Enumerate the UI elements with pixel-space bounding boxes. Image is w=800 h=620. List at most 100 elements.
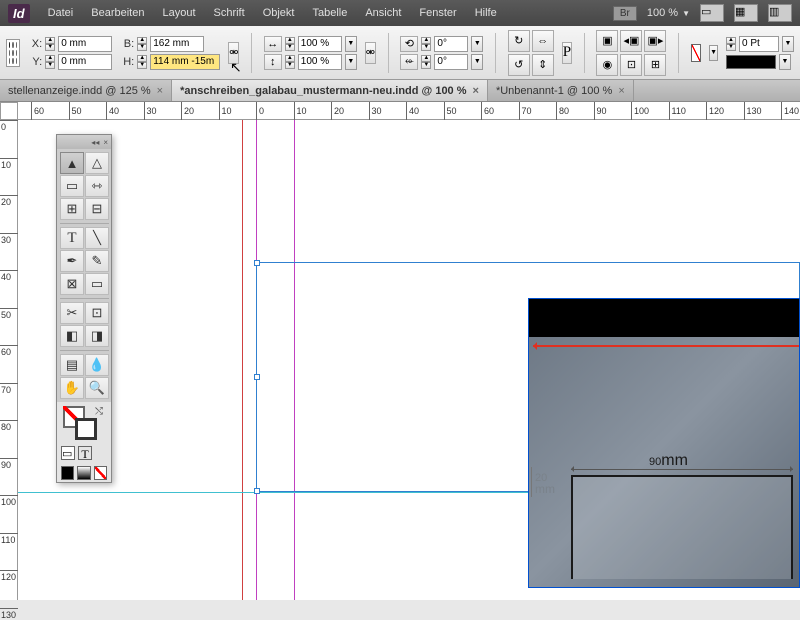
- tab-unbenannt[interactable]: *Unbenannt-1 @ 100 %×: [488, 80, 634, 101]
- close-icon[interactable]: ×: [157, 85, 163, 97]
- shear-input[interactable]: [434, 54, 468, 70]
- fill-swatch[interactable]: [691, 44, 701, 62]
- menu-bearbeiten[interactable]: Bearbeiten: [91, 7, 144, 19]
- paragraph-style-icon[interactable]: P: [562, 42, 572, 64]
- content-placer-tool[interactable]: ⊟: [85, 198, 109, 220]
- selection-handle[interactable]: [254, 260, 260, 266]
- eyedropper-tool[interactable]: 💧: [85, 354, 109, 376]
- tab-anschreiben[interactable]: *anschreiben_galabau_mustermann-neu.indd…: [172, 80, 488, 101]
- tools-panel-header[interactable]: ◂◂ ×: [57, 135, 111, 149]
- w-spin-up[interactable]: ▲: [137, 37, 147, 44]
- scissors-tool[interactable]: ✂: [60, 302, 84, 324]
- select-content-icon[interactable]: ◉: [596, 54, 618, 76]
- direct-selection-tool[interactable]: △: [85, 152, 109, 174]
- rectangle-frame-tool[interactable]: ⊠: [60, 273, 84, 295]
- apply-none[interactable]: T: [78, 446, 92, 460]
- selection-handle[interactable]: [254, 488, 260, 494]
- close-icon[interactable]: ×: [618, 85, 624, 97]
- gap-tool[interactable]: ⇿: [85, 175, 109, 197]
- ruler-origin[interactable]: [0, 102, 18, 120]
- vertical-ruler[interactable]: 0102030405060708090100110120130: [0, 120, 18, 600]
- workspace-icon[interactable]: ▥: [768, 4, 792, 22]
- selection-handle[interactable]: [254, 374, 260, 380]
- selection-tool[interactable]: ▲: [60, 152, 84, 174]
- default-black[interactable]: [61, 466, 74, 480]
- pen-tool[interactable]: ✒: [60, 250, 84, 272]
- default-gradient[interactable]: [77, 466, 90, 480]
- select-next-icon[interactable]: ▣▸: [644, 30, 666, 52]
- select-container-icon[interactable]: ▣: [596, 30, 618, 52]
- stroke-color[interactable]: [75, 418, 97, 440]
- stroke-style-swatch[interactable]: [726, 55, 776, 69]
- stroke-style-dropdown[interactable]: ▼: [779, 54, 791, 70]
- line-tool[interactable]: ╲: [85, 227, 109, 249]
- scale-y-input[interactable]: [298, 54, 342, 70]
- screen-mode-icon[interactable]: ▭: [700, 4, 724, 22]
- menu-datei[interactable]: Datei: [48, 7, 74, 19]
- rotate-input[interactable]: [434, 36, 468, 52]
- select-prev-icon[interactable]: ◂▣: [620, 30, 642, 52]
- zoom-tool[interactable]: 🔍: [85, 377, 109, 399]
- y-input[interactable]: [58, 54, 112, 70]
- rectangle-tool[interactable]: ▭: [85, 273, 109, 295]
- horizontal-ruler[interactable]: 6050403020100102030405060708090100110120…: [18, 102, 800, 120]
- swap-colors-icon[interactable]: ⤭: [95, 406, 103, 417]
- gradient-feather-tool[interactable]: ◨: [85, 325, 109, 347]
- x-spin-up[interactable]: ▲: [45, 37, 55, 44]
- rotate-ccw-icon[interactable]: ↺: [508, 54, 530, 76]
- rotate-cw-icon[interactable]: ↻: [508, 30, 530, 52]
- flip-v-icon[interactable]: ⇕: [532, 54, 554, 76]
- menu-hilfe[interactable]: Hilfe: [475, 7, 497, 19]
- canvas[interactable]: 90mm 20mm ◂◂ × ▲ △ ▭ ⇿ ⊞ ⊟ T ╲ ✒: [18, 120, 800, 600]
- shear-dropdown[interactable]: ▼: [471, 54, 483, 70]
- arrange-icon[interactable]: ▦: [734, 4, 758, 22]
- rotate-dropdown[interactable]: ▼: [471, 36, 483, 52]
- h-input[interactable]: [150, 54, 220, 70]
- menu-tabelle[interactable]: Tabelle: [312, 7, 347, 19]
- type-tool[interactable]: T: [60, 227, 84, 249]
- x-spin-down[interactable]: ▼: [45, 44, 55, 51]
- menu-schrift[interactable]: Schrift: [214, 7, 245, 19]
- tab-stellenanzeige[interactable]: stellenanzeige.indd @ 125 %×: [0, 80, 172, 101]
- fill-dropdown[interactable]: ▼: [709, 45, 718, 61]
- free-transform-tool[interactable]: ⊡: [85, 302, 109, 324]
- menu-layout[interactable]: Layout: [162, 7, 195, 19]
- collapse-icon[interactable]: ◂◂: [91, 138, 99, 147]
- pencil-tool[interactable]: ✎: [85, 250, 109, 272]
- zoom-level[interactable]: 100 % ▼: [647, 7, 690, 19]
- h-spin-down[interactable]: ▼: [137, 62, 147, 69]
- fit-frame-icon[interactable]: ⊡: [620, 54, 642, 76]
- w-spin-down[interactable]: ▼: [137, 44, 147, 51]
- apply-color[interactable]: ▭: [61, 446, 75, 460]
- w-label: B:: [120, 38, 134, 50]
- placed-image[interactable]: 90mm 20mm: [528, 298, 800, 588]
- content-collector-tool[interactable]: ⊞: [60, 198, 84, 220]
- x-input[interactable]: [58, 36, 112, 52]
- h-spin-up[interactable]: ▲: [137, 55, 147, 62]
- gradient-swatch-tool[interactable]: ◧: [60, 325, 84, 347]
- constrain-icon[interactable]: ⚮: [228, 42, 239, 64]
- y-spin-down[interactable]: ▼: [45, 62, 55, 69]
- scale-x-dropdown[interactable]: ▼: [345, 36, 357, 52]
- menu-objekt[interactable]: Objekt: [263, 7, 295, 19]
- reference-point[interactable]: [6, 39, 20, 67]
- stroke-weight-input[interactable]: [739, 36, 779, 52]
- stroke-weight-dropdown[interactable]: ▼: [782, 36, 794, 52]
- flip-h-icon[interactable]: ⇔: [532, 30, 554, 52]
- image-inner-rect: [571, 475, 793, 579]
- fit-content-icon[interactable]: ⊞: [644, 54, 666, 76]
- close-icon[interactable]: ×: [473, 85, 479, 97]
- scale-y-dropdown[interactable]: ▼: [345, 54, 357, 70]
- close-icon[interactable]: ×: [103, 138, 108, 147]
- page-tool[interactable]: ▭: [60, 175, 84, 197]
- scale-x-input[interactable]: [298, 36, 342, 52]
- bridge-button[interactable]: Br: [613, 6, 637, 21]
- default-none[interactable]: [94, 466, 107, 480]
- constrain-scale-icon[interactable]: ⚮: [365, 42, 376, 64]
- menu-fenster[interactable]: Fenster: [419, 7, 456, 19]
- hand-tool[interactable]: ✋: [60, 377, 84, 399]
- w-input[interactable]: [150, 36, 204, 52]
- note-tool[interactable]: ▤: [60, 354, 84, 376]
- y-spin-up[interactable]: ▲: [45, 55, 55, 62]
- menu-ansicht[interactable]: Ansicht: [365, 7, 401, 19]
